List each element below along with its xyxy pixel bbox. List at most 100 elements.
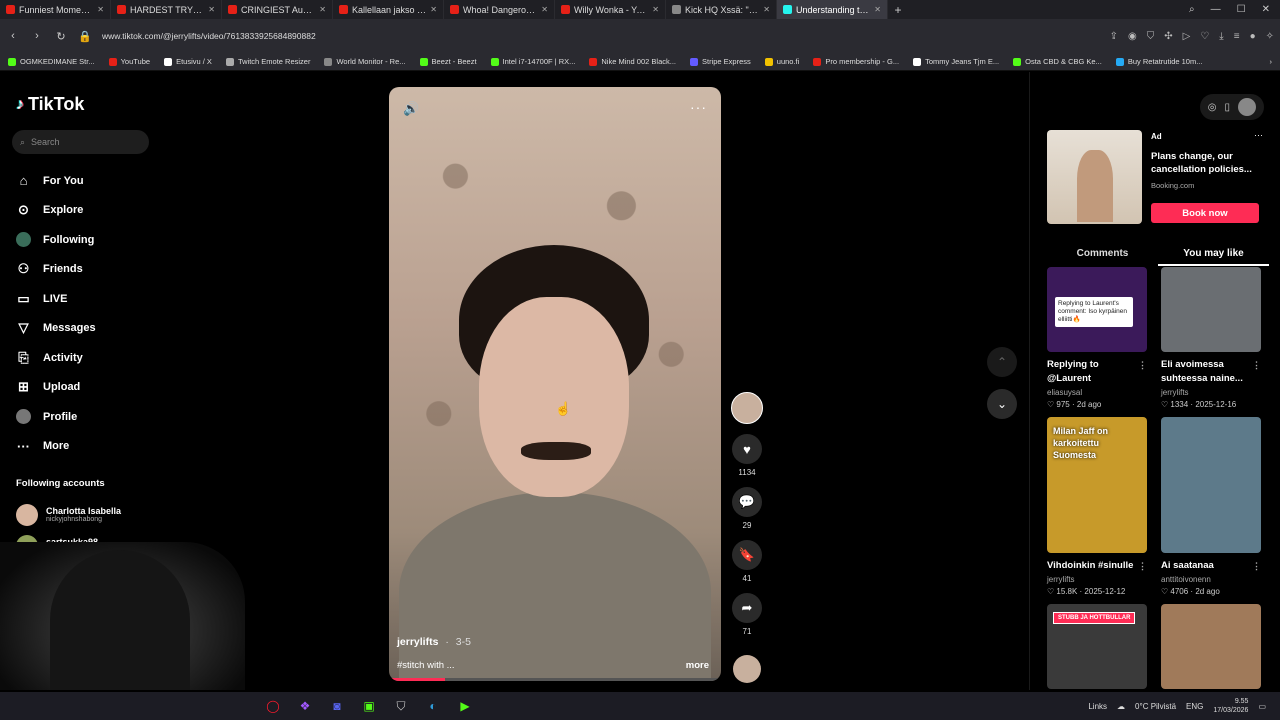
video-options-icon[interactable]: ···	[690, 99, 707, 115]
browser-tab[interactable]: Whoa! Dangerous Magic ✕	[444, 0, 555, 19]
caption-more-button[interactable]: more	[686, 660, 709, 671]
ai-icon[interactable]: ✧	[1266, 31, 1274, 42]
card-author[interactable]: eliasuysal	[1047, 388, 1147, 397]
camera-icon[interactable]: ◉	[1128, 31, 1137, 42]
next-video-button[interactable]: ⌄	[987, 389, 1017, 419]
links-toolbar[interactable]: Links	[1088, 702, 1107, 711]
bookmark-item[interactable]: Nike Mind 002 Black...	[589, 57, 676, 66]
bookmarks-overflow-icon[interactable]: ›	[1270, 57, 1273, 66]
recommendation-card[interactable]: Ai saatanaa ⋮ anttitoivonenn ♡ 4706 · 2d ag…	[1161, 417, 1261, 596]
card-options-icon[interactable]: ⋮	[1252, 559, 1261, 573]
shield-icon[interactable]: ⛉	[1147, 31, 1155, 42]
card-author[interactable]: anttitoivonenn	[1161, 575, 1261, 584]
bookmark-item[interactable]: Tommy Jeans Tjm E...	[913, 57, 999, 66]
nav-item-profile[interactable]: Profile	[16, 402, 96, 432]
volume-icon[interactable]: 🔊	[403, 101, 419, 117]
back-icon[interactable]: ‹	[6, 30, 20, 42]
reload-icon[interactable]: ↻	[54, 30, 68, 43]
tab-close-icon[interactable]: ✕	[208, 5, 215, 14]
sound-avatar[interactable]	[733, 655, 761, 683]
stream-app-icon[interactable]: ▶	[454, 696, 476, 716]
close-window-icon[interactable]: ✕	[1262, 4, 1270, 15]
bookmark-item[interactable]: Buy Retatrutide 10m...	[1115, 57, 1202, 66]
video-thumbnail[interactable]: Milan Jaff on karkoitettu Suomesta	[1047, 417, 1147, 553]
ad-card[interactable]: Ad ··· Plans change, our cancellation po…	[1047, 130, 1269, 226]
tab-comments[interactable]: Comments	[1047, 242, 1158, 266]
nav-item-friends[interactable]: ⚇ Friends	[16, 255, 96, 285]
bookmark-item[interactable]: Pro membership - G...	[813, 57, 899, 66]
clock[interactable]: 9.55 17/03/2026	[1213, 697, 1248, 715]
ad-thumbnail[interactable]	[1047, 130, 1142, 224]
nav-item-explore[interactable]: ⊙ Explore	[16, 196, 96, 226]
nav-item-activity[interactable]: ⎘ Activity	[16, 343, 96, 373]
browser-tab[interactable]: Funniest Moments That M✕	[0, 0, 111, 19]
bookmark-item[interactable]: Beezt - Beezt	[419, 57, 477, 66]
bookmark-item[interactable]: OGMKEDIMANE Str...	[8, 57, 95, 66]
card-author[interactable]: jerrylifts	[1161, 388, 1261, 397]
browser-tab[interactable]: Kallellaan jakso 21. Mitä m ✕	[333, 0, 444, 19]
forward-icon[interactable]: ›	[30, 30, 44, 42]
search-tabs-icon[interactable]: ⌕	[1189, 4, 1195, 15]
previous-video-button[interactable]: ⌃	[987, 347, 1017, 377]
bookmark-item[interactable]: uuno.fi	[764, 57, 799, 66]
download-icon[interactable]: ⤓	[1219, 31, 1223, 42]
following-account[interactable]: Charlotta Isabella nickyjohnshabong	[16, 499, 121, 530]
nav-item-live[interactable]: ▭ LIVE	[16, 284, 96, 314]
card-options-icon[interactable]: ⋮	[1252, 358, 1261, 372]
bookmark-item[interactable]: YouTube	[108, 57, 150, 66]
search-input[interactable]: ⌕ Search	[12, 130, 149, 154]
browser-tab[interactable]: CRINGIEST Auditions! Try ✕	[222, 0, 333, 19]
new-tab-button[interactable]: +	[888, 3, 908, 17]
edge-icon[interactable]: ◐	[422, 696, 444, 716]
recommendation-card[interactable]	[1161, 604, 1261, 689]
browser-tab[interactable]: Kick HQ Xssä: "N3on tric ✕	[666, 0, 777, 19]
weather-text[interactable]: 0°C Pilvistä	[1135, 702, 1176, 711]
tab-close-icon[interactable]: ✕	[97, 5, 104, 14]
bookmark-item[interactable]: Stripe Express	[690, 57, 751, 66]
language-indicator[interactable]: ENG	[1186, 702, 1203, 711]
bookmark-item[interactable]: Twitch Emote Resizer	[225, 57, 310, 66]
bookmark-item[interactable]: Etusivu / X	[164, 57, 212, 66]
notification-icon[interactable]: ▭	[1258, 702, 1266, 711]
phone-icon[interactable]: ▯	[1224, 102, 1230, 113]
tab-close-icon[interactable]: ✕	[319, 5, 326, 14]
nav-item-for-you[interactable]: ⌂ For You	[16, 166, 96, 196]
video-thumbnail[interactable]	[1161, 267, 1261, 352]
lock-icon[interactable]: 🔒	[78, 30, 92, 43]
tiktok-logo[interactable]: ♪ TikTok	[16, 94, 84, 115]
terminal-icon[interactable]: ▣	[358, 696, 380, 716]
recommendation-card[interactable]: Replying to Laurent's comment: Iso kyrpä…	[1047, 267, 1147, 409]
url-field[interactable]: www.tiktok.com/@jerrylifts/video/7613833…	[102, 31, 1100, 41]
tab-close-icon[interactable]: ✕	[541, 5, 548, 14]
tab-close-icon[interactable]: ✕	[430, 5, 437, 14]
opera-icon[interactable]: ◯	[262, 696, 284, 716]
nav-item-upload[interactable]: ⊞ Upload	[16, 373, 96, 403]
card-options-icon[interactable]: ⋮	[1138, 559, 1147, 573]
minimize-icon[interactable]: —	[1211, 4, 1221, 15]
bookmark-item[interactable]: Osta CBD & CBG Ke...	[1013, 57, 1102, 66]
nav-item-following[interactable]: Following	[16, 225, 96, 255]
comment-button[interactable]: 💬	[732, 487, 762, 517]
play-icon[interactable]: ▷	[1183, 31, 1191, 42]
like-button[interactable]: ♥	[732, 434, 762, 464]
user-avatar[interactable]	[1238, 98, 1256, 116]
coin-icon[interactable]: ◎	[1208, 102, 1217, 113]
profile-icon[interactable]: ●	[1250, 31, 1256, 42]
menu-icon[interactable]: ≡	[1234, 31, 1240, 42]
nav-item-more[interactable]: ··· More	[16, 432, 96, 462]
video-author[interactable]: jerrylifts · 3-5	[397, 636, 471, 648]
heart-icon[interactable]: ♡	[1200, 31, 1209, 42]
video-thumbnail[interactable]	[1161, 417, 1261, 553]
tab-close-icon[interactable]: ✕	[874, 5, 881, 14]
video-thumbnail[interactable]: Replying to Laurent's comment: Iso kyrpä…	[1047, 267, 1147, 352]
video-progress-bar[interactable]	[389, 678, 721, 681]
bookmark-item[interactable]: Intel i7-14700F | RX...	[490, 57, 575, 66]
card-author[interactable]: jerrylifts	[1047, 575, 1147, 584]
browser-tab[interactable]: Willy Wonka - YouTube ✕	[555, 0, 666, 19]
video-username[interactable]: jerrylifts	[397, 636, 438, 648]
creator-avatar[interactable]	[731, 392, 763, 424]
share-icon[interactable]: ⇪	[1110, 31, 1118, 42]
browser-tab[interactable]: Understanding the Conc ✕	[777, 0, 888, 19]
card-options-icon[interactable]: ⋮	[1138, 358, 1147, 372]
recommendation-card[interactable]: Eli avoimessa suhteessa naine... ⋮ jerryli…	[1161, 267, 1261, 409]
